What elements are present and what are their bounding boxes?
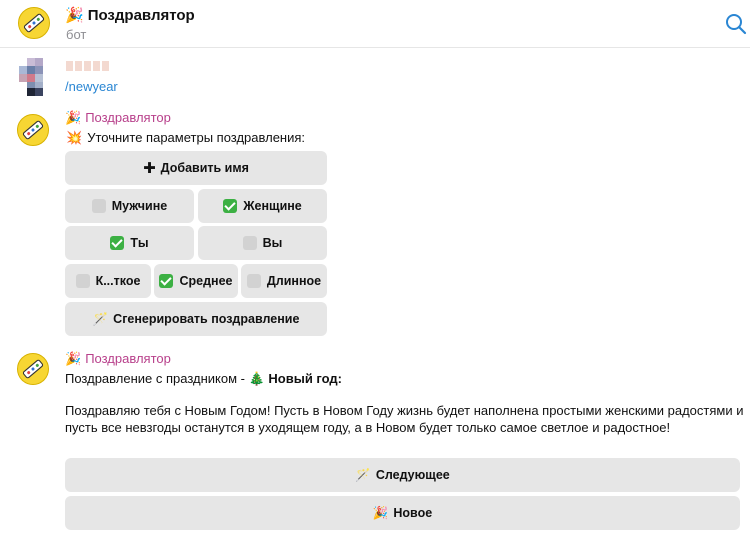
command-link[interactable]: /newyear [65, 79, 118, 94]
unchecked-box-icon [242, 236, 257, 250]
message-text: 💥 Уточните параметры поздравления: [66, 130, 305, 146]
length-medium-button[interactable]: Среднее [154, 264, 238, 298]
unchecked-box-icon [75, 274, 90, 288]
length-long-button[interactable]: Длинное [241, 264, 327, 298]
gender-men-label: Мужчине [111, 199, 168, 213]
party-popper-icon: 🎉 [65, 7, 84, 24]
gender-women-label: Женщине [243, 199, 302, 213]
message-text-content: Уточните параметры поздравления: [87, 130, 306, 145]
check-mark-icon [110, 236, 125, 250]
form-vy-button[interactable]: Вы [198, 226, 327, 260]
add-name-label: Добавить имя [160, 161, 249, 175]
gender-men-button[interactable]: Мужчине [65, 189, 194, 223]
next-button[interactable]: 🪄 Следующее [65, 458, 740, 492]
check-mark-icon [223, 199, 238, 213]
next-label: Следующее [375, 468, 450, 482]
sender-name[interactable]: 🎉 Поздравлятор [65, 110, 171, 126]
christmas-tree-icon: 🎄 [248, 371, 265, 386]
holiday-name: Новый год: [268, 371, 343, 386]
party-popper-icon: 🎉 [65, 110, 82, 125]
party-logo-icon [22, 359, 44, 379]
party-popper-icon: 🎉 [372, 505, 389, 520]
new-label: Новое [393, 506, 433, 520]
gender-women-button[interactable]: Женщине [198, 189, 327, 223]
magic-wand-icon: 🪄 [355, 467, 371, 482]
generate-button[interactable]: 🪄 Сгенерировать поздравление [65, 302, 327, 336]
form-ty-label: Ты [130, 236, 149, 250]
unchecked-box-icon [91, 199, 106, 213]
length-medium-label: Среднее [179, 274, 233, 288]
party-popper-icon: 🎉 [65, 351, 82, 366]
congrats-intro: Поздравление с праздником - [65, 371, 249, 386]
user-name-blurred [66, 58, 111, 71]
magic-wand-icon: 🪄 [92, 311, 109, 326]
bot-avatar[interactable] [17, 114, 49, 146]
congrats-text: Поздравляю тебя с Новым Годом! Пусть в Н… [65, 403, 744, 435]
congrats-heading: Поздравление с праздником - 🎄 Новый год: [65, 371, 342, 387]
search-icon [726, 14, 747, 35]
sender-name-text: Поздравлятор [85, 351, 171, 366]
search-button[interactable] [724, 12, 748, 36]
chat-subtitle: бот [66, 27, 87, 42]
generate-label: Сгенерировать поздравление [113, 312, 300, 326]
length-short-button[interactable]: К...ткое [65, 264, 151, 298]
user-avatar-pixelated[interactable] [19, 58, 51, 96]
party-logo-icon [22, 120, 44, 140]
chat-header: 🎉 Поздравлятор бот [0, 0, 750, 48]
chat-title-text: Поздравлятор [87, 7, 195, 24]
chat-title: 🎉 Поздравлятор [65, 6, 195, 24]
add-name-button[interactable]: ✚ Добавить имя [65, 151, 327, 185]
form-ty-button[interactable]: Ты [65, 226, 194, 260]
plus-icon: ✚ [143, 160, 156, 177]
new-button[interactable]: 🎉 Новое [65, 496, 740, 530]
length-long-label: Длинное [266, 274, 322, 288]
collision-icon: 💥 [66, 130, 83, 145]
form-vy-label: Вы [262, 236, 283, 250]
bot-avatar[interactable] [17, 353, 49, 385]
sender-name-text: Поздравлятор [85, 110, 171, 125]
sender-name[interactable]: 🎉 Поздравлятор [65, 351, 171, 367]
unchecked-box-icon [246, 274, 261, 288]
party-logo-icon [23, 13, 45, 33]
check-mark-icon [159, 274, 174, 288]
length-short-label: К...ткое [95, 274, 141, 288]
bot-avatar[interactable] [18, 7, 50, 39]
